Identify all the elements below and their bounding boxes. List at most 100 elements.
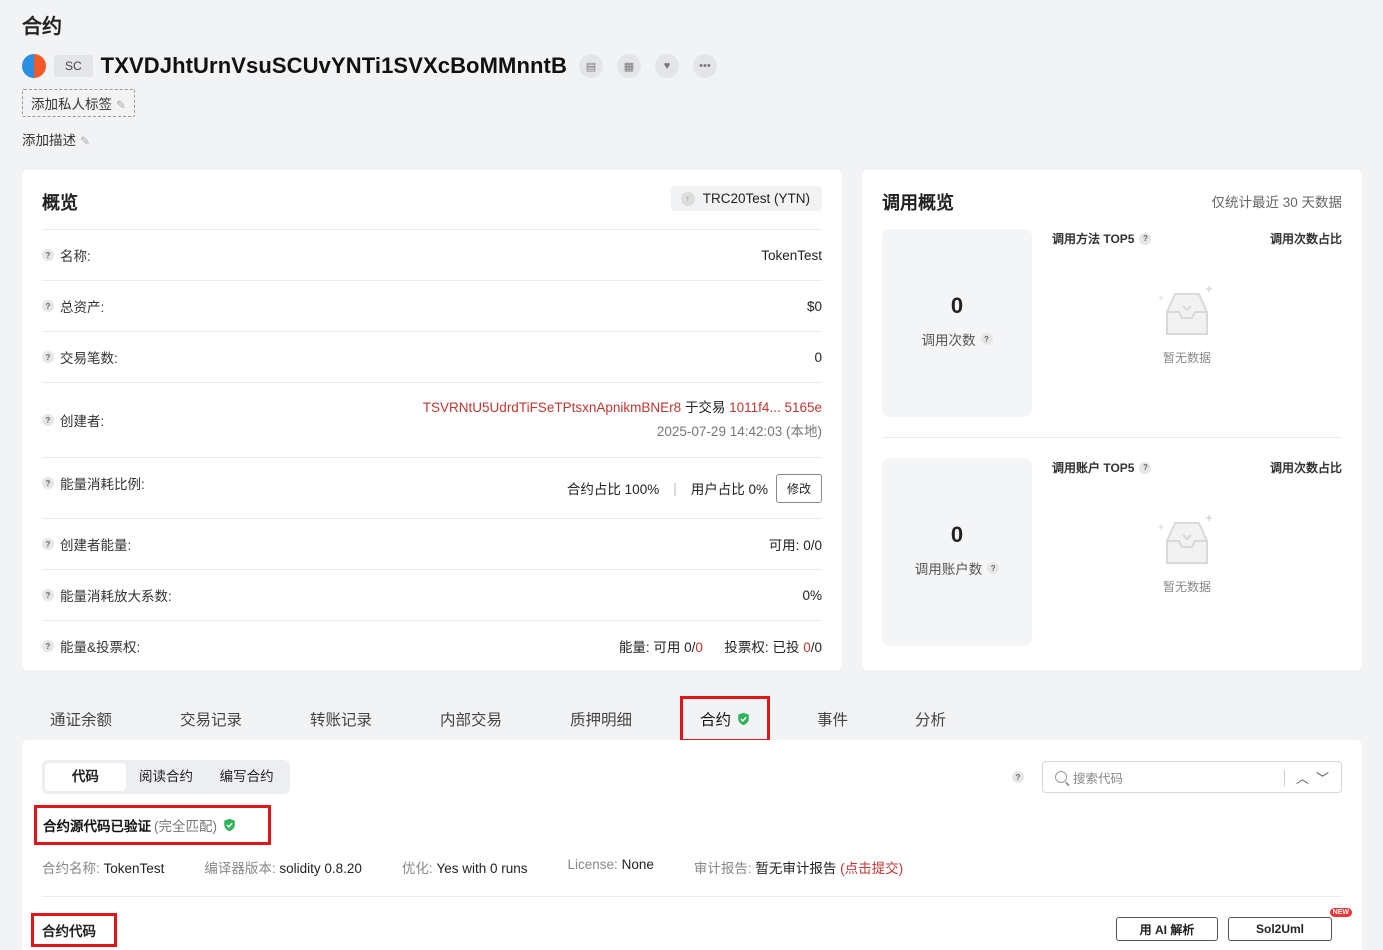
help-icon[interactable]: ? — [987, 562, 1000, 574]
new-badge: NEW — [1329, 908, 1352, 917]
audit-submit-link[interactable]: (点击提交) — [840, 861, 903, 876]
page-title: 合约 — [22, 16, 62, 38]
empty-state-1: 暂无数据 — [1127, 282, 1247, 366]
tab-transfers[interactable]: 转账记录 — [310, 708, 372, 730]
vote-tail: /0 — [810, 640, 822, 655]
txcount-label: 交易笔数: — [60, 351, 118, 366]
copy-icon[interactable]: ▤ — [578, 54, 603, 78]
meta-compiler-key: 编译器版本: — [204, 861, 276, 876]
row-energy-vote: ? 能量&投票权: 能量: 可用 0/0 投票权: 已投 0/0 — [42, 620, 822, 671]
calls-overview-card: 调用概览 仅统计最近 30 天数据 0 调用次数? 调用方法 TOP5? 调用次… — [862, 170, 1362, 670]
meta-name-val: TokenTest — [103, 861, 165, 876]
tab-token-balance[interactable]: 通证余额 — [50, 708, 112, 730]
verified-shield-icon — [738, 712, 749, 726]
energy-ratio-user: 用户占比 0% — [690, 482, 768, 497]
token-chip[interactable]: ↑ TRC20Test (YTN) — [670, 186, 822, 211]
assets-value: $0 — [806, 298, 822, 314]
help-icon[interactable]: ? — [42, 300, 54, 312]
meta-license-key: License: — [567, 857, 618, 872]
method-top-label: 调用方法 TOP5 — [1052, 232, 1135, 246]
row-name: ? 名称: TokenTest — [42, 229, 822, 280]
help-icon[interactable]: ? — [42, 414, 54, 426]
creator-tx-link[interactable]: 1011f4... 5165e — [729, 400, 822, 415]
help-icon[interactable]: ? — [1012, 771, 1024, 783]
help-icon[interactable]: ? — [980, 333, 993, 345]
contract-address[interactable]: TXVDJhtUrnVsuSCUvYNTi1SVXcBoMMnntB — [101, 53, 567, 79]
help-icon[interactable]: ? — [42, 589, 54, 601]
calls-note: 仅统计最近 30 天数据 — [1211, 195, 1342, 210]
calls-count: 0 — [950, 293, 964, 318]
help-icon[interactable]: ? — [42, 477, 54, 489]
contract-avatar — [22, 54, 46, 78]
heart-icon[interactable]: ♥ — [654, 54, 679, 78]
search-code-input[interactable]: 搜索代码 ︿ ﹀ — [1042, 761, 1342, 793]
tab-contract[interactable]: 合约 — [680, 696, 770, 742]
creator-address-link[interactable]: TSVRNtU5UdrdTiFSeTPtsxnApnikmBNEr8 — [423, 400, 681, 415]
help-icon[interactable]: ? — [42, 351, 54, 363]
energy-ratio-label: 能量消耗比例: — [60, 477, 145, 492]
seg-code[interactable]: 代码 — [45, 763, 126, 791]
help-icon[interactable]: ? — [1139, 232, 1152, 245]
help-icon[interactable]: ? — [1139, 461, 1152, 474]
divider — [42, 896, 1342, 897]
chevron-up-icon[interactable]: ︿ — [1296, 768, 1309, 787]
add-desc-label: 添加描述 — [22, 133, 76, 148]
method-top-title: 调用方法 TOP5? — [1052, 230, 1157, 247]
account-top-label: 调用账户 TOP5 — [1052, 461, 1135, 475]
add-tag-label: 添加私人标签 — [31, 97, 112, 112]
qr-code-icon[interactable]: ▦ — [616, 54, 641, 78]
contract-code-title: 合约代码 — [31, 913, 117, 947]
more-icon[interactable]: ••• — [692, 54, 717, 78]
calls-count-box: 0 调用次数? — [882, 229, 1032, 417]
energy-avail-red: 0 — [695, 640, 703, 655]
sc-badge: SC — [54, 55, 93, 77]
creator-label: 创建者: — [60, 414, 105, 429]
empty-text-2: 暂无数据 — [1162, 580, 1211, 594]
tab-staking[interactable]: 质押明细 — [570, 708, 632, 730]
creator-time: 2025-07-29 14:42:03 (本地) — [656, 424, 822, 439]
tabs-bar: 通证余额 交易记录 转账记录 内部交易 质押明细 合约 事件 分析 — [22, 696, 1362, 742]
empty-box-icon — [1159, 515, 1212, 564]
tab-internal-tx[interactable]: 内部交易 — [440, 708, 502, 730]
energy-vote-label: 能量&投票权: — [60, 640, 141, 655]
token-label: TRC20Test (YTN) — [702, 191, 810, 206]
help-icon[interactable]: ? — [42, 249, 54, 261]
verified-label: 合约源代码已验证 — [43, 819, 151, 834]
calls-title: 调用概览 — [882, 193, 954, 213]
seg-read-contract[interactable]: 阅读合约 — [126, 763, 207, 791]
row-txcount: ? 交易笔数: 0 — [42, 331, 822, 382]
empty-state-2: 暂无数据 — [1127, 511, 1247, 595]
help-icon[interactable]: ? — [42, 640, 54, 652]
verified-shield-icon — [224, 818, 235, 832]
add-private-tag-button[interactable]: 添加私人标签 ✎ — [22, 89, 136, 117]
meta-opt-val: Yes with 0 runs — [436, 861, 528, 876]
vote-val: 已投 — [772, 640, 804, 655]
energy-ratio-contract: 合约占比 100% — [566, 482, 660, 497]
meta-name-key: 合约名称: — [42, 861, 100, 876]
edit-button[interactable]: 修改 — [775, 473, 822, 503]
sol2uml-button[interactable]: Sol2Uml — [1228, 917, 1332, 941]
tab-transactions[interactable]: 交易记录 — [180, 708, 242, 730]
help-icon[interactable]: ? — [42, 538, 54, 550]
vote-red: 0 — [803, 640, 811, 655]
seg-write-contract[interactable]: 编写合约 — [206, 763, 287, 791]
vote-key: 投票权: — [724, 640, 769, 655]
accounts-count-label: 调用账户数 — [914, 562, 983, 577]
divider — [1284, 770, 1285, 786]
tab-events[interactable]: 事件 — [817, 708, 848, 730]
chevron-down-icon[interactable]: ﹀ — [1316, 768, 1329, 787]
pencil-icon: ✎ — [80, 134, 91, 148]
token-icon: ↑ — [680, 191, 695, 206]
account-top-title: 调用账户 TOP5? — [1052, 459, 1157, 476]
ratio-label-1: 调用次数占比 — [1269, 232, 1342, 246]
ai-analyze-button[interactable]: 用 AI 解析 — [1116, 917, 1218, 941]
tab-contract-label: 合约 — [699, 712, 731, 729]
row-energy-ratio: ? 能量消耗比例: 合约占比 100% | 用户占比 0% 修改 — [42, 457, 822, 518]
address-row: SC TXVDJhtUrnVsuSCUvYNTi1SVXcBoMMnntB ▤ … — [22, 50, 731, 82]
assets-label: 总资产: — [60, 300, 105, 315]
add-description-button[interactable]: 添加描述 ✎ — [22, 129, 90, 149]
accounts-count-box: 0 调用账户数? — [882, 458, 1032, 646]
creator-energy-key: 可用: — [768, 538, 800, 553]
empty-text-1: 暂无数据 — [1162, 351, 1211, 365]
tab-analysis[interactable]: 分析 — [915, 708, 946, 730]
